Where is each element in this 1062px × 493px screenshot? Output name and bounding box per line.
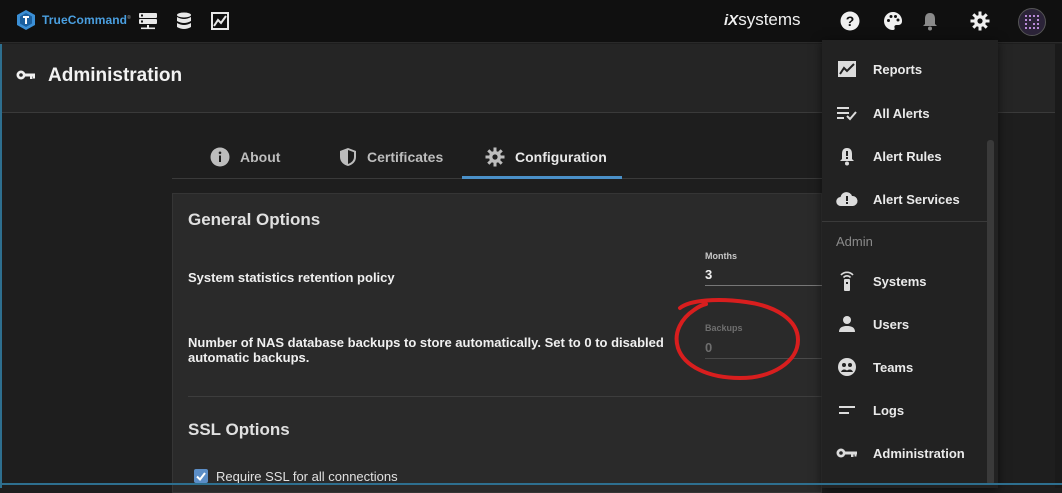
gear-icon	[485, 147, 505, 167]
general-options-title: General Options	[188, 210, 321, 229]
help-icon[interactable]: ?	[840, 11, 860, 31]
menu-item-label: Administration	[873, 445, 965, 461]
configuration-panel: General Options System statistics retent…	[172, 193, 823, 493]
ssl-options-title: SSL Options	[188, 420, 290, 439]
info-icon	[210, 147, 230, 167]
require-ssl-checkbox[interactable]	[194, 469, 208, 483]
checkmark-icon	[196, 472, 206, 482]
settings-menu: Reports All Alerts Alert Rules Alert Ser…	[822, 40, 998, 488]
top-bar: TrueCommand® iX systems ?	[0, 0, 1062, 43]
tab-configuration[interactable]: Configuration	[485, 135, 607, 179]
backups-input-underline	[705, 358, 823, 359]
retention-policy-label: System statistics retention policy	[188, 270, 395, 285]
backups-description-line-1: Number of NAS database backups to store …	[188, 335, 664, 350]
require-ssl-label[interactable]: Require SSL for all connections	[216, 469, 398, 484]
backups-input[interactable]: 0	[705, 340, 712, 355]
active-tab-indicator	[462, 176, 622, 179]
tab-label: Certificates	[367, 149, 444, 165]
menu-section-admin: Admin	[836, 234, 873, 249]
page-scrollbar-track[interactable]	[1055, 44, 1062, 488]
menu-item-label: Users	[873, 316, 910, 332]
menu-item-label: Teams	[873, 359, 914, 375]
backups-field-label: Backups	[705, 323, 743, 333]
settings-icon[interactable]	[970, 11, 990, 31]
reports-icon	[836, 58, 858, 80]
bell-icon[interactable]	[920, 11, 940, 31]
cloud-alert-icon	[836, 188, 858, 210]
menu-item-reports[interactable]: Reports	[822, 49, 998, 89]
list-check-icon	[836, 102, 858, 124]
database-icon[interactable]	[174, 11, 194, 31]
menu-item-label: Logs	[873, 402, 905, 418]
shield-icon	[340, 148, 356, 166]
servers-icon[interactable]	[138, 11, 158, 31]
menu-item-users[interactable]: Users	[822, 304, 998, 344]
menu-item-label: Alert Services	[873, 191, 960, 207]
admin-tabs: About Certificates Configuration	[172, 135, 822, 179]
systems-icon	[836, 270, 858, 292]
menu-item-label: Systems	[873, 273, 927, 289]
menu-item-label: All Alerts	[873, 105, 930, 121]
menu-item-teams[interactable]: Teams	[822, 347, 998, 387]
window-edge-left	[0, 44, 2, 488]
months-field-label: Months	[705, 251, 737, 261]
menu-scrollbar[interactable]	[987, 140, 994, 485]
menu-item-label: Reports	[873, 61, 923, 77]
palette-icon[interactable]	[883, 11, 903, 31]
ixsystems-logo[interactable]: iX systems	[724, 10, 801, 30]
months-input-underline	[705, 285, 823, 286]
backups-description-line-2: automatic backups.	[188, 350, 310, 365]
truecommand-logo-icon	[17, 10, 35, 30]
tab-label: About	[240, 149, 281, 165]
tab-about[interactable]: About	[210, 135, 280, 179]
menu-item-alert-services[interactable]: Alert Services	[822, 179, 998, 219]
key-icon	[836, 442, 858, 464]
svg-text:?: ?	[846, 13, 855, 29]
menu-divider	[822, 221, 988, 222]
avatar[interactable]	[1018, 8, 1046, 36]
window-edge-bottom	[0, 483, 1062, 488]
tab-label: Configuration	[515, 149, 607, 165]
brand-name: TrueCommand®	[42, 13, 131, 27]
user-icon	[836, 313, 858, 335]
reports-icon[interactable]	[210, 11, 230, 31]
menu-item-systems[interactable]: Systems	[822, 261, 998, 301]
page-title: Administration	[48, 65, 183, 86]
menu-item-logs[interactable]: Logs	[822, 390, 998, 430]
key-icon	[16, 70, 35, 80]
logs-icon	[836, 399, 858, 421]
section-divider	[188, 396, 823, 397]
menu-item-all-alerts[interactable]: All Alerts	[822, 93, 998, 133]
menu-item-label: Alert Rules	[873, 148, 942, 164]
truecommand-logo[interactable]: TrueCommand®	[15, 9, 131, 31]
tab-certificates[interactable]: Certificates	[339, 135, 443, 179]
months-input[interactable]: 3	[705, 267, 712, 282]
menu-item-administration[interactable]: Administration	[822, 433, 998, 473]
alert-rules-icon	[836, 145, 858, 167]
menu-item-alert-rules[interactable]: Alert Rules	[822, 136, 998, 176]
teams-icon	[836, 356, 858, 378]
